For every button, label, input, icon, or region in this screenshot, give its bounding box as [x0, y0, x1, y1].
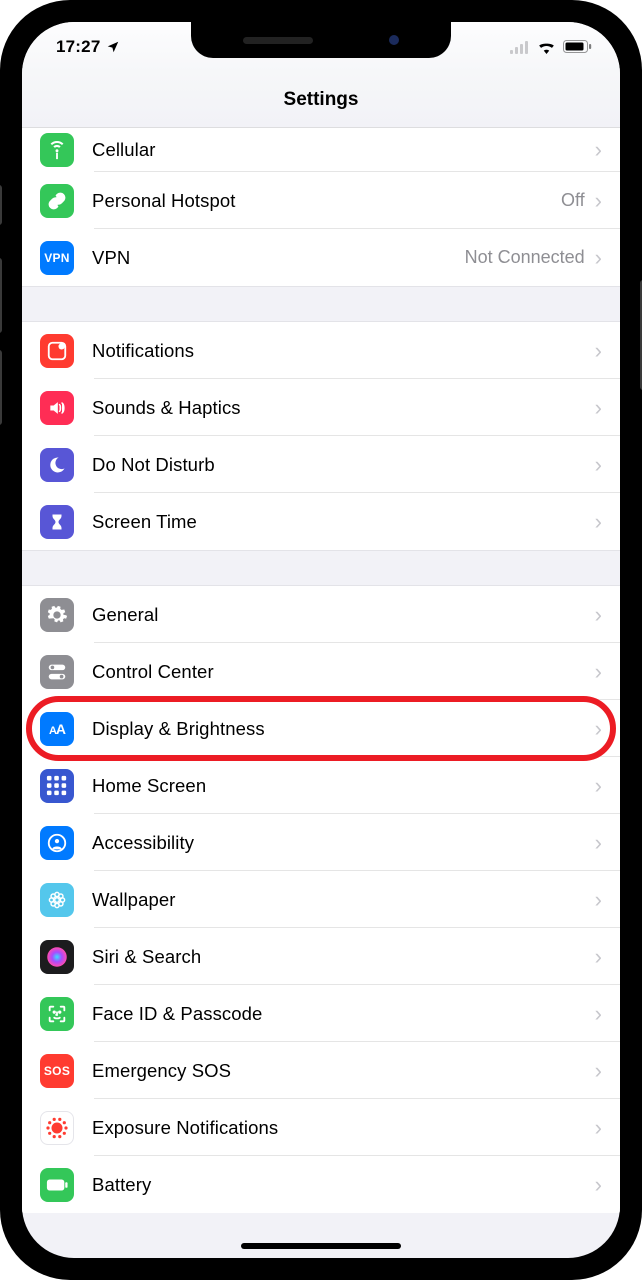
moon-icon: [40, 448, 74, 482]
row-emergency-sos[interactable]: SOS Emergency SOS›: [22, 1042, 620, 1099]
apps-grid-icon: [40, 769, 74, 803]
screen: 17:27: [22, 22, 620, 1258]
face-id-icon: [40, 997, 74, 1031]
row-exposure-notifs[interactable]: Exposure Notifications›: [22, 1099, 620, 1156]
battery-icon: [40, 1168, 74, 1202]
chevron-right-icon: ›: [595, 718, 602, 740]
row-accessibility[interactable]: Accessibility›: [22, 814, 620, 871]
chevron-right-icon: ›: [595, 511, 602, 533]
row-battery[interactable]: Battery›: [22, 1156, 620, 1213]
battery-icon: [563, 40, 592, 54]
row-label: Emergency SOS: [92, 1060, 595, 1082]
mute-switch: [0, 185, 2, 225]
siri-icon: [40, 940, 74, 974]
status-left: 17:27: [56, 37, 120, 57]
volume-down: [0, 350, 2, 425]
location-icon: [106, 40, 120, 54]
row-label: Display & Brightness: [92, 718, 595, 740]
flower-icon: [40, 883, 74, 917]
row-wallpaper[interactable]: Wallpaper›: [22, 871, 620, 928]
sos-text-icon: SOS: [40, 1054, 74, 1088]
row-cellular[interactable]: Cellular›: [22, 128, 620, 172]
row-label: Notifications: [92, 340, 595, 362]
row-vpn[interactable]: VPNVPNNot Connected›: [22, 229, 620, 286]
row-face-id-passcode[interactable]: Face ID & Passcode›: [22, 985, 620, 1042]
status-right: [510, 40, 592, 54]
wifi-icon: [537, 40, 556, 54]
notch: [191, 22, 451, 58]
link-icon: [40, 184, 74, 218]
vpn-text-icon: VPN: [40, 241, 74, 275]
home-indicator[interactable]: [241, 1243, 401, 1249]
row-siri-search[interactable]: Siri & Search›: [22, 928, 620, 985]
row-label: Do Not Disturb: [92, 454, 595, 476]
chevron-right-icon: ›: [595, 190, 602, 212]
row-sounds-haptics[interactable]: Sounds & Haptics›: [22, 379, 620, 436]
row-do-not-disturb[interactable]: Do Not Disturb›: [22, 436, 620, 493]
row-detail: Off: [561, 190, 585, 211]
person-circle-icon: [40, 826, 74, 860]
row-label: Exposure Notifications: [92, 1117, 595, 1139]
row-notifications[interactable]: Notifications›: [22, 322, 620, 379]
settings-group: Notifications›Sounds & Haptics›Do Not Di…: [22, 322, 620, 550]
row-label: Battery: [92, 1174, 595, 1196]
settings-group: General›Control Center›AADisplay & Brigh…: [22, 586, 620, 1213]
row-home-screen[interactable]: Home Screen›: [22, 757, 620, 814]
row-label: Personal Hotspot: [92, 190, 561, 212]
status-time: 17:27: [56, 37, 100, 57]
chevron-right-icon: ›: [595, 775, 602, 797]
settings-list[interactable]: Cellular›Personal HotspotOff›VPNVPNNot C…: [22, 128, 620, 1258]
bell-badge-icon: [40, 334, 74, 368]
row-label: Control Center: [92, 661, 595, 683]
row-control-center[interactable]: Control Center›: [22, 643, 620, 700]
row-label: Face ID & Passcode: [92, 1003, 595, 1025]
chevron-right-icon: ›: [595, 247, 602, 269]
row-label: Accessibility: [92, 832, 595, 854]
speaker-icon: [40, 391, 74, 425]
chevron-right-icon: ›: [595, 946, 602, 968]
row-general[interactable]: General›: [22, 586, 620, 643]
row-personal-hotspot[interactable]: Personal HotspotOff ›: [22, 172, 620, 229]
row-label: Cellular: [92, 139, 595, 161]
row-display-brightness[interactable]: AA Display & Brightness›: [22, 700, 620, 757]
device-frame: 17:27: [0, 0, 642, 1280]
chevron-right-icon: ›: [595, 1117, 602, 1139]
chevron-right-icon: ›: [595, 1174, 602, 1196]
row-label: Home Screen: [92, 775, 595, 797]
settings-group: Cellular›Personal HotspotOff›VPNVPNNot C…: [22, 128, 620, 286]
row-screen-time[interactable]: Screen Time›: [22, 493, 620, 550]
chevron-right-icon: ›: [595, 889, 602, 911]
chevron-right-icon: ›: [595, 832, 602, 854]
chevron-right-icon: ›: [595, 139, 602, 161]
row-label: Sounds & Haptics: [92, 397, 595, 419]
chevron-right-icon: ›: [595, 1060, 602, 1082]
antenna-icon: [40, 133, 74, 167]
virus-icon: [40, 1111, 74, 1145]
chevron-right-icon: ›: [595, 397, 602, 419]
volume-up: [0, 258, 2, 333]
row-label: Siri & Search: [92, 946, 595, 968]
nav-header: Settings: [22, 72, 620, 128]
group-spacer: [22, 286, 620, 322]
hourglass-icon: [40, 505, 74, 539]
cellular-icon: [510, 41, 530, 54]
switches-icon: [40, 655, 74, 689]
gear-icon: [40, 598, 74, 632]
row-label: Wallpaper: [92, 889, 595, 911]
chevron-right-icon: ›: [595, 661, 602, 683]
group-spacer: [22, 550, 620, 586]
chevron-right-icon: ›: [595, 604, 602, 626]
speaker-grille: [243, 37, 313, 44]
page-title: Settings: [284, 89, 359, 111]
chevron-right-icon: ›: [595, 340, 602, 362]
chevron-right-icon: ›: [595, 1003, 602, 1025]
text-size-icon: AA: [40, 712, 74, 746]
chevron-right-icon: ›: [595, 454, 602, 476]
row-detail: Not Connected: [465, 247, 585, 268]
row-label: General: [92, 604, 595, 626]
row-label: VPN: [92, 247, 465, 269]
row-label: Screen Time: [92, 511, 595, 533]
front-camera: [389, 35, 399, 45]
